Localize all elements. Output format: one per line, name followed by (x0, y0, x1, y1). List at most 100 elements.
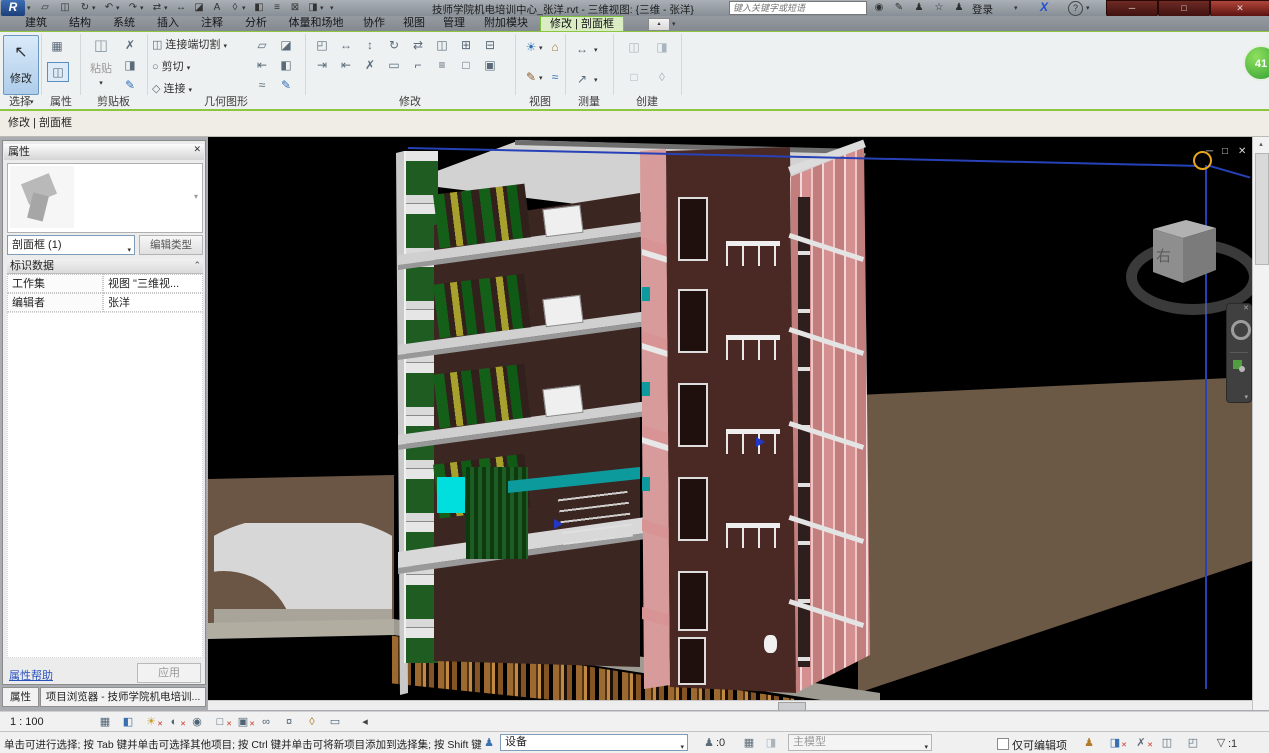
tab-properties-palette[interactable]: 属性 (2, 687, 39, 707)
detail-level-icon[interactable]: ▦ (96, 715, 114, 730)
create-assembly-icon[interactable]: □ (624, 68, 644, 86)
section-icon[interactable]: ◧ (250, 1, 268, 15)
mirror-icon[interactable]: ⇄ (406, 35, 430, 55)
scale-icon[interactable]: ⊟ (478, 35, 502, 55)
rendering-dialog-icon[interactable]: ◉ (188, 715, 206, 730)
view-close-icon[interactable]: ✕ (1238, 146, 1246, 157)
sign-in-label[interactable]: 登录 (972, 2, 993, 17)
measure-diagonal-icon[interactable]: ↗ (572, 70, 592, 88)
unpin-icon[interactable]: ⌐ (406, 55, 430, 75)
view-scale-button[interactable]: 1 : 100 (10, 716, 44, 728)
section-box-edge[interactable] (1209, 165, 1250, 178)
search-icon[interactable]: ◉ (871, 1, 887, 15)
close-hidden-windows-icon[interactable]: ⊠ (286, 1, 304, 15)
exchange-apps-icon[interactable]: X (1040, 0, 1048, 14)
drag-on-selection-icon[interactable]: ◰ (1184, 736, 1202, 751)
pin-icon[interactable]: ▭ (382, 55, 406, 75)
wall-joins-icon[interactable]: ◪ (276, 36, 296, 54)
paste-button[interactable]: ◫ 粘贴 ▾ (86, 36, 116, 92)
aligned-dimension-icon[interactable]: ↔ (172, 1, 190, 15)
tab-systems[interactable]: 系统 (104, 16, 144, 31)
paint-icon[interactable]: ≈ (252, 76, 272, 94)
properties-toggle-icon[interactable]: ◫ (47, 62, 69, 82)
help-caret-icon[interactable]: ▾ (1086, 4, 1090, 12)
extend-single-icon[interactable]: □ (454, 55, 478, 75)
thin-lines-icon[interactable]: ≡ (268, 1, 286, 15)
panel-view-label[interactable]: 视图 (516, 95, 564, 109)
temporary-hide-isolate-icon[interactable]: ¤ (280, 715, 298, 730)
lighting-icon[interactable]: ☀ (521, 38, 541, 56)
horizontal-scrollbar-thumb[interactable] (778, 702, 806, 710)
vertical-scrollbar[interactable]: ▴ (1252, 137, 1269, 710)
measure-tape-icon[interactable]: ↔ (572, 40, 592, 58)
shadows-icon[interactable]: ◐✕ (165, 715, 183, 730)
split-icon[interactable]: ⇤ (334, 55, 358, 75)
graphics-caret-icon[interactable]: ▾ (539, 74, 543, 82)
select-links-icon[interactable]: ◨✕ (1106, 736, 1124, 751)
unjoin-icon[interactable]: ◧ (276, 56, 296, 74)
tab-structure[interactable]: 结构 (60, 16, 100, 31)
redo-caret-icon[interactable]: ▾ (140, 4, 144, 12)
customize-qat-caret-icon[interactable]: ▾ (330, 4, 334, 12)
editable-only-checkbox[interactable] (997, 738, 1009, 750)
demolish-icon[interactable]: ✎ (276, 76, 296, 94)
trim-extend-icon[interactable]: ⇥ (310, 55, 334, 75)
sync-caret-icon[interactable]: ▾ (92, 4, 96, 12)
app-menu-caret-icon[interactable]: ▾ (27, 4, 31, 12)
identity-data-header[interactable]: 标识数据 (7, 259, 203, 274)
palette-close-icon[interactable]: ✕ (193, 144, 201, 155)
property-value-cell[interactable]: 张洋 (103, 293, 203, 312)
design-options-icon[interactable]: ◨ (762, 736, 780, 751)
reveal-hidden-elements-icon[interactable]: ◊ (303, 715, 321, 730)
copy-icon[interactable]: ◨ (120, 56, 140, 74)
beam-coping-icon[interactable]: ▱ (252, 36, 272, 54)
tab-massing-site[interactable]: 体量和场地 (280, 16, 352, 31)
temporary-view-properties-icon[interactable]: ▭ (326, 715, 344, 730)
help-icon[interactable]: ? (1068, 1, 1083, 16)
close-button[interactable]: ✕ (1210, 0, 1269, 17)
select-underlay-icon[interactable]: ◫ (1158, 736, 1176, 751)
3d-view-caret-icon[interactable]: ▾ (242, 4, 246, 12)
show-crop-region-icon[interactable]: ▣✕ (234, 715, 252, 730)
panel-create-label[interactable]: 创建 (614, 95, 680, 109)
cut-button[interactable]: ○剪切 ▾ (152, 56, 190, 78)
tab-view[interactable]: 视图 (396, 16, 432, 31)
measure-caret-icon[interactable]: ▾ (164, 4, 168, 12)
restore-button[interactable]: □ (1158, 0, 1210, 17)
tab-analyze[interactable]: 分析 (236, 16, 276, 31)
tab-collaborate[interactable]: 协作 (356, 16, 392, 31)
navbar-close-icon[interactable]: ✕ (1243, 304, 1249, 312)
trim-corner-icon[interactable]: ≡ (430, 55, 454, 75)
render-icon[interactable]: ⌂ (545, 38, 565, 56)
tab-annotate[interactable]: 注释 (192, 16, 232, 31)
offset-icon[interactable]: ↕ (358, 35, 382, 55)
sign-in-icon[interactable]: ♟ (951, 1, 967, 15)
palette-header[interactable]: 属性 (4, 144, 204, 160)
horizontal-scrollbar[interactable] (208, 700, 1252, 710)
panel-modify-label[interactable]: 修改 (306, 95, 514, 109)
view-restore-icon[interactable]: □ (1222, 146, 1228, 157)
create-similar-icon[interactable]: ◨ (652, 38, 672, 56)
split-face-icon[interactable]: ⇤ (252, 56, 272, 74)
match-type-icon[interactable]: ✎ (120, 76, 140, 94)
subscription-center-icon[interactable]: ♟ (911, 1, 927, 15)
vertical-scrollbar-thumb[interactable] (1255, 153, 1269, 265)
design-option-dropdown[interactable]: 主模型 ▾ (788, 734, 932, 751)
save-icon[interactable]: ◫ (56, 1, 74, 15)
align-icon[interactable]: ◰ (310, 35, 334, 55)
drawing-area[interactable]: ─ □ ✕ 右 ✕ ▾ (208, 137, 1252, 710)
text-icon[interactable]: A (208, 1, 226, 15)
ribbon-collapse-button[interactable]: ▴ (648, 18, 670, 31)
active-workset-dropdown[interactable]: 设备 ▾ (500, 734, 688, 751)
tab-project-browser[interactable]: 项目浏览器 - 技师学院机电培训... (40, 687, 206, 707)
panel-select-caret-icon[interactable]: ▾ (30, 98, 34, 106)
modify-button[interactable]: ↖ 修改 (3, 35, 39, 95)
panel-properties-label[interactable]: 属性 (42, 95, 80, 109)
crop-view-icon[interactable]: □✕ (211, 715, 229, 730)
communication-center-icon[interactable]: ✎ (891, 1, 907, 15)
ribbon-collapse-caret-icon[interactable]: ▾ (672, 20, 676, 28)
join-end-cut-button[interactable]: ◫连接端切割 ▾ (152, 34, 227, 56)
tab-insert[interactable]: 插入 (148, 16, 188, 31)
panel-measure-label[interactable]: 测量 (566, 95, 612, 109)
navbar-menu-caret-icon[interactable]: ▾ (1244, 393, 1248, 401)
